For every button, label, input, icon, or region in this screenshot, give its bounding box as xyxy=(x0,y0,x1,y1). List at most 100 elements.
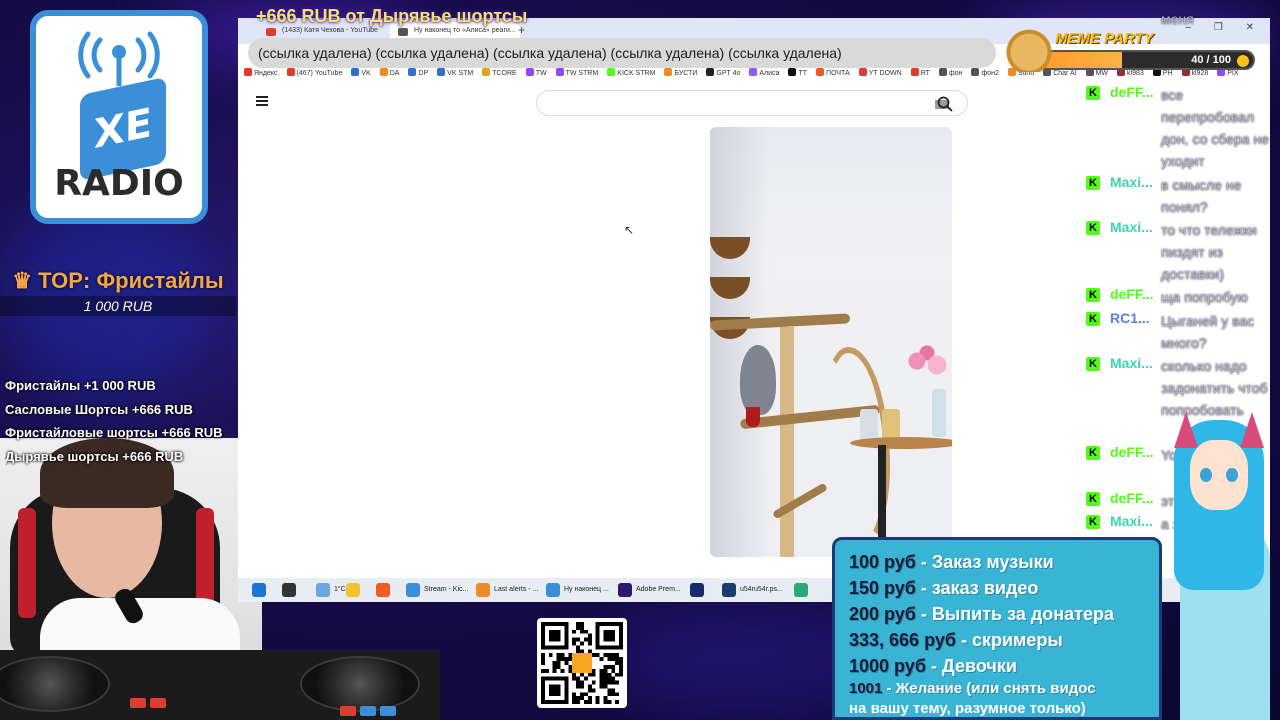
perch-pole xyxy=(780,327,794,557)
donation-qr-code[interactable] xyxy=(537,618,627,708)
taskbar-label: u54ru54r.ps... xyxy=(740,586,783,593)
taskbar-label: Ну наконец ... xyxy=(564,586,609,593)
bookmark-icon xyxy=(379,68,388,76)
bookmark-item[interactable]: TT xyxy=(788,68,807,77)
bookmark-item[interactable]: фон xyxy=(938,68,963,77)
search-button[interactable] xyxy=(932,92,958,116)
bookmark-label: KICK STRM xyxy=(617,70,656,77)
avatar-face xyxy=(1190,440,1248,510)
dj-pad xyxy=(360,706,376,716)
bookmark-icon xyxy=(437,68,446,76)
video-player[interactable] xyxy=(710,127,952,557)
bookmark-item[interactable]: Яндекс xyxy=(244,68,278,77)
signal-waves-icon xyxy=(78,31,160,86)
chat-message: Цыганей у вас много? xyxy=(1161,313,1255,351)
bookmark-item[interactable]: KICK STRM xyxy=(607,68,656,77)
top-donor-panel: ♛ TOP: Фристайлы 1 000 RUB xyxy=(0,268,236,316)
bookmark-label: фон2 xyxy=(981,70,999,77)
youtube-icon xyxy=(266,28,276,36)
chat-username: RC1... xyxy=(1110,310,1150,326)
avatar-eye xyxy=(1226,468,1238,482)
taskbar-item[interactable]: 1°C xyxy=(314,581,346,599)
bookmark-item[interactable]: RT xyxy=(910,68,930,77)
bookmark-item[interactable]: DP xyxy=(408,68,428,77)
hamburger-menu-icon[interactable] xyxy=(256,96,268,106)
dj-pad xyxy=(340,706,356,716)
bookmark-icon xyxy=(706,68,715,76)
qr-code-icon xyxy=(541,622,623,704)
taskbar-item[interactable] xyxy=(688,581,708,599)
bookmark-item[interactable]: фон2 xyxy=(971,68,999,77)
bookmark-label: DA xyxy=(389,70,400,77)
address-bar[interactable]: (ссылка удалена) (ссылка удалена) (ссылк… xyxy=(248,38,996,68)
price-desc: - Желание (или снять видос xyxy=(882,680,1096,697)
search-input[interactable] xyxy=(551,92,891,114)
start-icon xyxy=(252,583,266,597)
top-donor-title-text: TOP: Фристайлы xyxy=(38,268,224,293)
bookmark-label: RT xyxy=(920,70,930,77)
price-amount: 150 руб xyxy=(849,578,916,598)
bookmark-item[interactable]: DA xyxy=(379,68,400,77)
kick-icon: K xyxy=(1086,446,1100,460)
bookmark-icon xyxy=(351,68,360,76)
bookmark-item[interactable]: GPT 4o xyxy=(706,68,741,77)
price-desc: - Заказ музыки xyxy=(915,552,1054,572)
mouse-cursor: ↖ xyxy=(624,223,635,237)
taskbar-item[interactable] xyxy=(344,581,364,599)
price-amount: 100 руб xyxy=(849,552,916,572)
top-donor-amount: 1 000 RUB xyxy=(0,296,236,316)
kick-icon: K xyxy=(1086,357,1100,371)
taskbar-item[interactable] xyxy=(792,581,812,599)
price-row: 1001 - Желание (или снять видос xyxy=(849,679,1159,699)
bookmark-item[interactable]: VK xyxy=(351,68,371,77)
taskbar-item[interactable] xyxy=(374,581,394,599)
bookmark-label: фон xyxy=(948,70,963,77)
bookmark-item[interactable]: VK STM xyxy=(437,68,473,77)
bookmark-item[interactable]: TW xyxy=(525,68,547,77)
price-amount: 333, 666 руб xyxy=(849,630,956,650)
price-desc-continued: на вашу тему, разумное только) xyxy=(849,700,1086,717)
bookmark-label: VK xyxy=(361,70,371,77)
dj-pad xyxy=(380,706,396,716)
bookmark-item[interactable]: TCORE xyxy=(482,68,517,77)
bookmark-label: Яндекс xyxy=(254,70,278,77)
taskbar-item[interactable]: Last alerts - ... xyxy=(474,581,538,599)
bookmark-item[interactable]: Алиса xyxy=(749,68,780,77)
taskbar-item[interactable] xyxy=(250,581,270,599)
bookmark-icon xyxy=(788,68,797,76)
taskbar-item[interactable] xyxy=(280,581,300,599)
jog-wheel-left xyxy=(0,656,110,712)
chat-message: меня xyxy=(1161,11,1194,27)
bookmark-item[interactable]: ПОЧТА xyxy=(816,68,850,77)
bookmark-icon xyxy=(244,68,252,76)
bookmark-item[interactable]: YT DOWN xyxy=(858,68,902,77)
donation-item: Фристайловые шортсы +666 RUB xyxy=(5,425,223,440)
bookmark-icon xyxy=(607,68,616,76)
kick-icon: K xyxy=(1086,515,1100,529)
price-row: 1000 руб - Девочки xyxy=(849,653,1159,679)
bookmark-item[interactable]: (467) YouTube xyxy=(286,68,342,77)
taskbar-item[interactable]: u54ru54r.ps... xyxy=(720,581,783,599)
logo-label: RADIO xyxy=(54,163,184,204)
bookmark-item[interactable]: TW STRM xyxy=(555,68,598,77)
bookmark-label: GPT 4o xyxy=(716,70,741,77)
parrot-tail xyxy=(746,407,760,427)
vtuber-avatar xyxy=(1160,410,1280,720)
taskbar-label: Adobe Prem... xyxy=(636,586,681,593)
bookmark-icon xyxy=(482,68,491,76)
weather-icon xyxy=(316,583,330,597)
price-row: 333, 666 руб - скримеры xyxy=(849,627,1159,653)
taskbar-item[interactable]: Ну наконец ... xyxy=(544,581,609,599)
search-box xyxy=(536,90,968,116)
bookmark-label: Алиса xyxy=(759,70,780,77)
kick-icon: K xyxy=(1086,221,1100,235)
dj-pad xyxy=(130,698,146,708)
price-amount: 200 руб xyxy=(849,604,916,624)
dj-pad xyxy=(150,698,166,708)
bookmark-item[interactable]: БУСТИ xyxy=(664,68,697,77)
taskbar-item[interactable]: Adobe Prem... xyxy=(616,581,681,599)
price-row: 100 руб - Заказ музыки xyxy=(849,549,1159,575)
bookmark-label: YT DOWN xyxy=(868,70,902,77)
taskbar-item[interactable]: Stream - Kic... xyxy=(404,581,468,599)
tab-label: (1433) Катя Чехова - YouTube xyxy=(282,27,378,34)
